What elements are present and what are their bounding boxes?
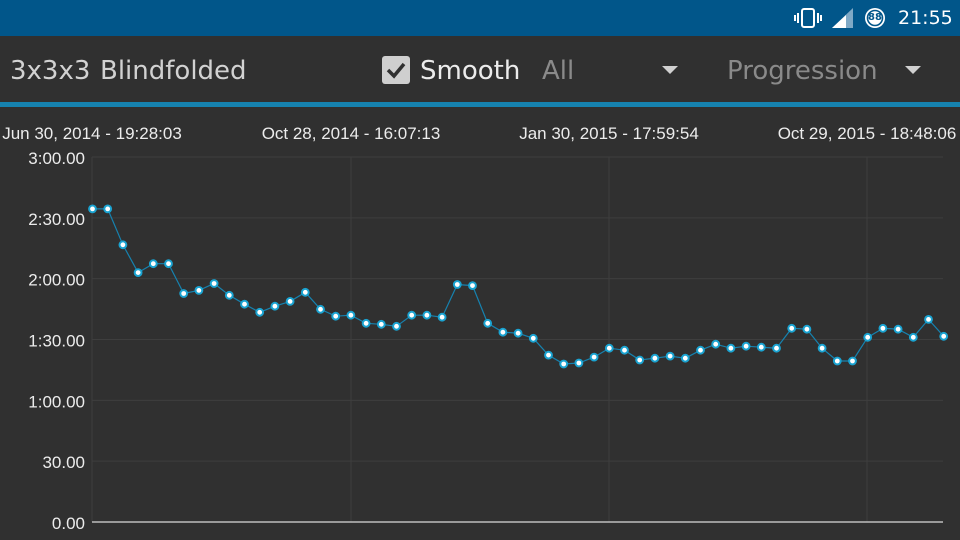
battery-icon: 88 [864, 7, 886, 29]
clock: 21:55 [898, 7, 953, 29]
data-point [300, 287, 310, 297]
smooth-checkbox[interactable] [382, 56, 410, 84]
data-point [179, 289, 189, 298]
data-point [665, 351, 675, 361]
data-point [832, 356, 842, 366]
data-point [361, 318, 371, 328]
data-point [544, 350, 553, 360]
x-tick-label: Oct 28, 2014 - 16:07:13 [262, 124, 441, 143]
data-point [316, 304, 325, 314]
data-point [88, 204, 97, 214]
data-point [255, 307, 265, 317]
data-point [209, 279, 219, 288]
data-point [756, 342, 766, 352]
y-tick-label: 1:00.00 [28, 392, 85, 411]
data-point [878, 323, 888, 333]
data-point [528, 333, 538, 343]
y-tick-label: 3:00.00 [28, 149, 85, 168]
data-point [604, 343, 614, 353]
data-point [772, 343, 781, 353]
data-point [164, 259, 173, 269]
data-point [863, 332, 873, 342]
data-point [148, 259, 158, 269]
dropdown-arrow-icon [662, 66, 678, 74]
data-point [650, 353, 660, 363]
data-point [893, 324, 903, 334]
data-point [376, 319, 386, 329]
data-point [848, 356, 857, 366]
data-point [817, 343, 827, 353]
mode-dropdown[interactable]: Progression [727, 36, 927, 106]
data-point [285, 297, 295, 306]
data-point [589, 352, 599, 362]
data-point [513, 328, 523, 338]
x-tick-label: Oct 29, 2015 - 18:48:06 [778, 124, 957, 143]
progression-chart: 3:00.00 2:30.00 2:00.00 1:30.00 1:00.00 30.00… [2, 124, 957, 533]
puzzle-label[interactable]: 3x3x3 [10, 36, 90, 106]
data-point [711, 339, 721, 349]
data-point [802, 324, 812, 334]
series-line [92, 208, 945, 365]
signal-icon [832, 8, 853, 28]
data-point [498, 327, 508, 337]
smooth-label[interactable]: Smooth [420, 36, 520, 106]
data-point [422, 310, 432, 320]
x-tick-label: Jun 30, 2014 - 19:28:03 [2, 124, 182, 143]
data-point [331, 311, 341, 321]
data-point [118, 240, 128, 250]
data-point [194, 286, 204, 295]
data-point [103, 204, 113, 214]
data-point [559, 359, 569, 369]
x-tick-label: Jan 30, 2015 - 17:59:54 [519, 124, 699, 143]
data-point [741, 341, 751, 351]
dropdown-arrow-icon [905, 66, 921, 74]
data-point [452, 280, 462, 289]
toolbar: 3x3x3 Blindfolded Smooth All Progression [0, 36, 960, 107]
data-point [270, 301, 280, 311]
battery-level: 88 [868, 12, 882, 23]
y-tick-label: 30.00 [42, 453, 85, 472]
data-point [939, 331, 949, 341]
checkmark-icon [386, 62, 406, 79]
data-point [133, 268, 143, 278]
data-point [346, 310, 356, 320]
status-bar: 88 21:55 [0, 0, 960, 36]
data-point [696, 345, 705, 355]
category-label[interactable]: Blindfolded [100, 36, 247, 106]
y-tick-label: 2:30.00 [28, 210, 85, 229]
data-point [224, 290, 234, 300]
y-tick-label: 0.00 [52, 514, 85, 533]
toolbar-accent-divider [0, 102, 960, 107]
data-point [407, 310, 417, 320]
data-point [726, 343, 736, 353]
data-point [468, 281, 477, 291]
y-tick-label: 2:00.00 [28, 271, 85, 290]
data-point [908, 332, 918, 342]
data-point [635, 355, 645, 365]
vibrate-icon [794, 8, 822, 28]
data-point [924, 315, 933, 324]
data-point [680, 353, 690, 363]
data-point [787, 323, 797, 333]
data-point [240, 299, 249, 309]
data-point [437, 312, 447, 322]
data-point [483, 318, 493, 328]
data-point [574, 358, 584, 368]
range-dropdown[interactable]: All [542, 36, 692, 106]
y-tick-label: 1:30.00 [28, 332, 85, 351]
range-value: All [542, 56, 575, 86]
data-point [392, 321, 401, 331]
data-point [620, 345, 629, 355]
mode-value: Progression [727, 56, 878, 86]
